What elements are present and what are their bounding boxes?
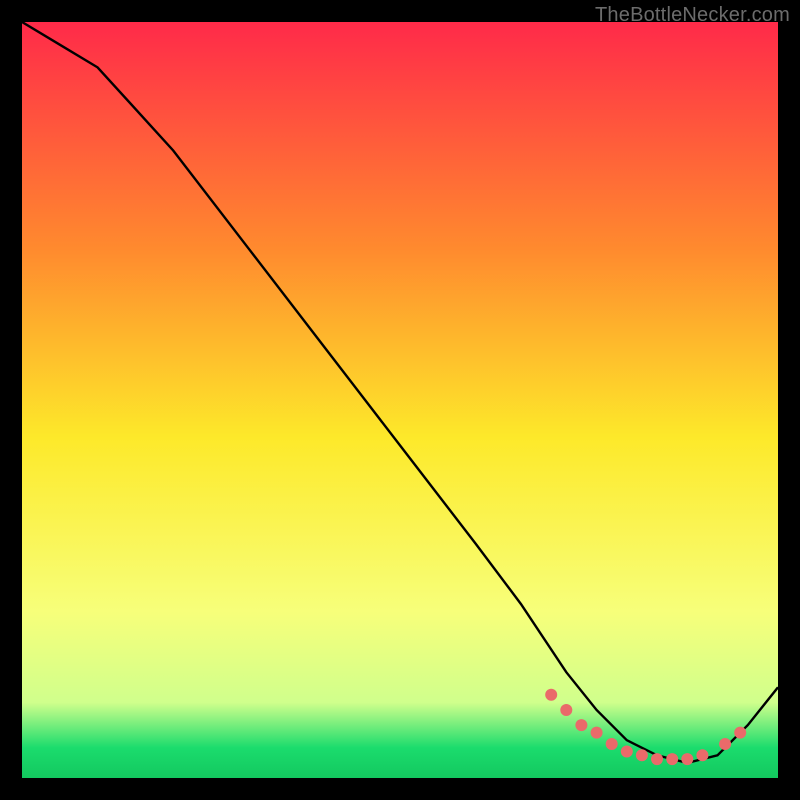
marker-point: [591, 727, 603, 739]
marker-point: [651, 753, 663, 765]
marker-point: [545, 689, 557, 701]
marker-point: [681, 753, 693, 765]
gradient-background: [22, 22, 778, 778]
marker-point: [575, 719, 587, 731]
marker-point: [560, 704, 572, 716]
marker-point: [719, 738, 731, 750]
marker-point: [734, 727, 746, 739]
chart-frame: TheBottleNecker.com: [0, 0, 800, 800]
chart-svg: [22, 22, 778, 778]
marker-point: [696, 749, 708, 761]
marker-point: [606, 738, 618, 750]
plot-area: [22, 22, 778, 778]
marker-point: [666, 753, 678, 765]
watermark-label: TheBottleNecker.com: [595, 4, 790, 27]
marker-point: [621, 746, 633, 758]
marker-point: [636, 749, 648, 761]
